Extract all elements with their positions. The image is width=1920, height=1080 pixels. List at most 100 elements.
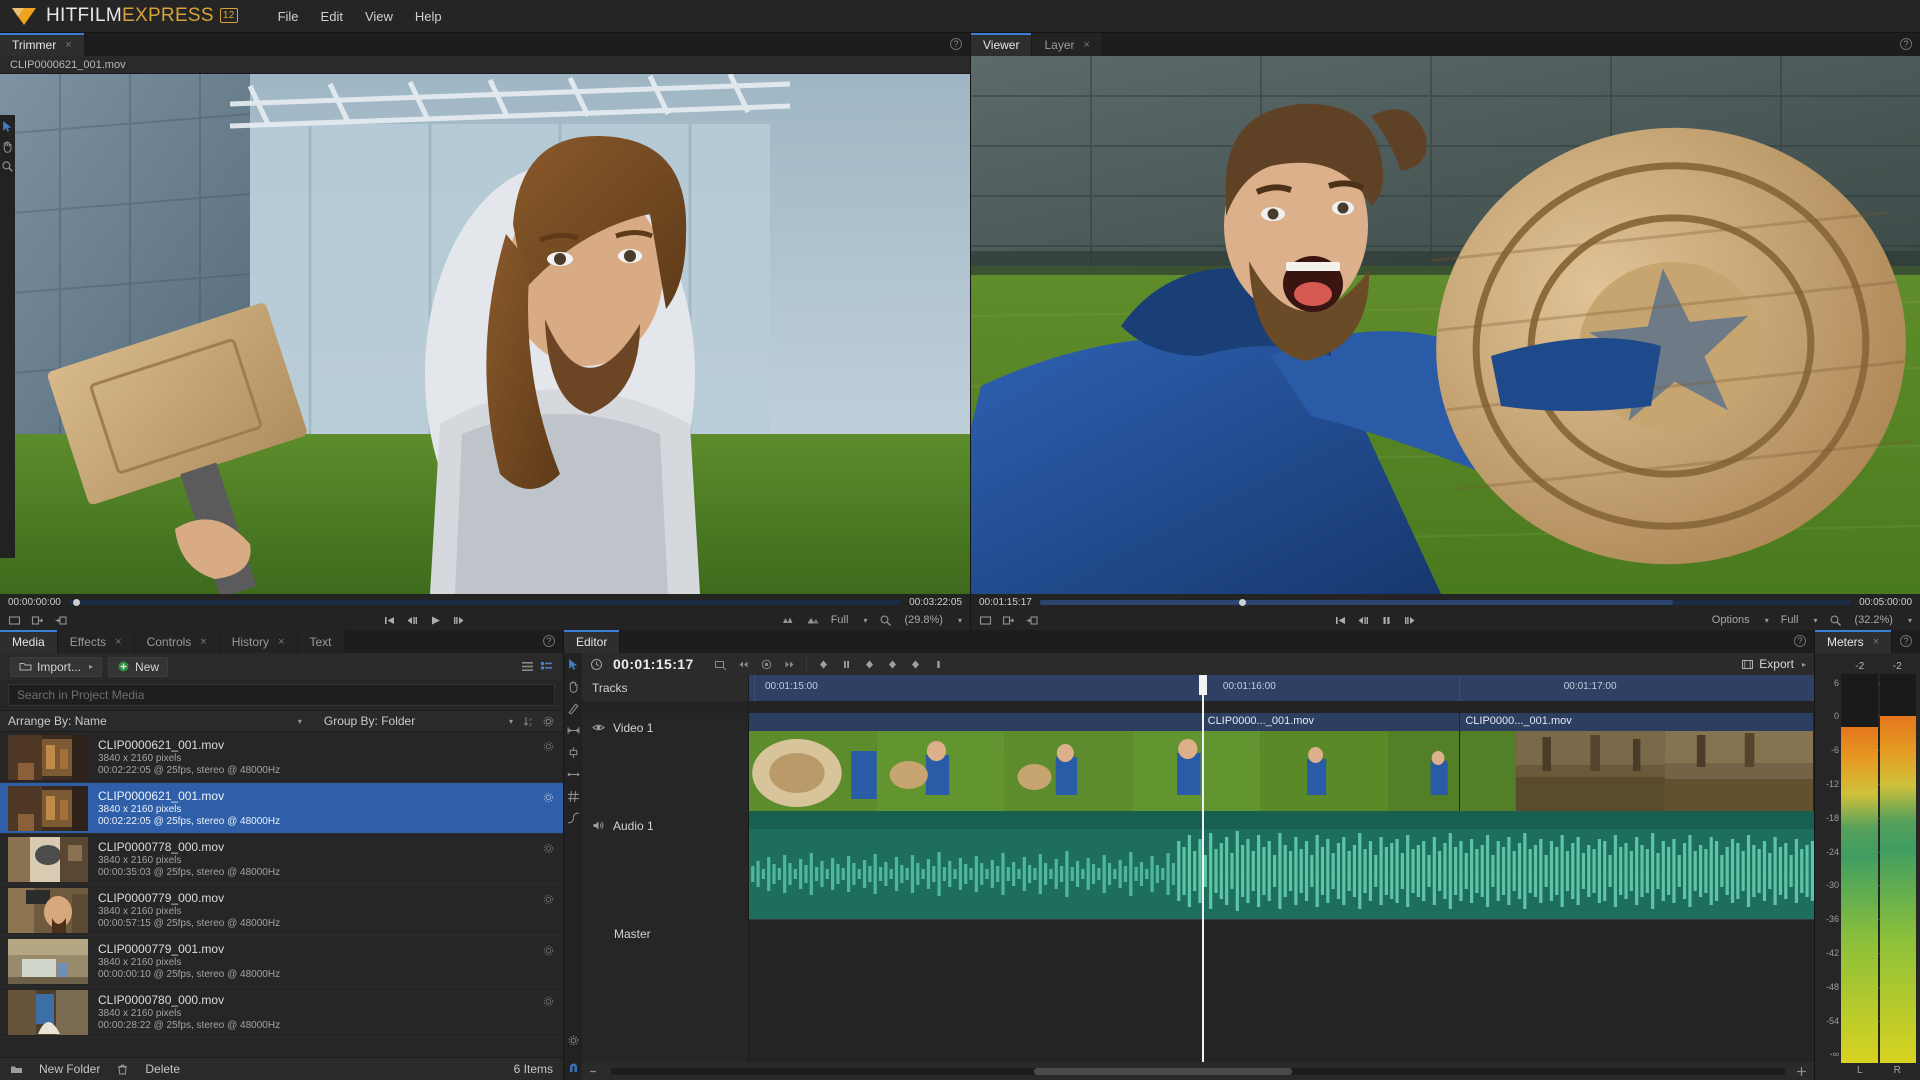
list-item[interactable]: CLIP0000621_001.mov 3840 x 2160 pixels 0… — [0, 732, 563, 783]
tab-meters[interactable]: Meters × — [1815, 630, 1893, 653]
viewer-mark-in-icon[interactable] — [1002, 614, 1015, 627]
tab-effects-close-icon[interactable]: × — [115, 636, 121, 648]
add-marker-icon[interactable] — [714, 658, 727, 671]
trimmer-quality-label[interactable]: Full — [831, 614, 849, 626]
step-back-icon[interactable] — [406, 614, 419, 627]
viewer-scrub-handle[interactable] — [1238, 598, 1246, 606]
viewer-video-area[interactable] — [971, 56, 1920, 594]
fit-width-icon[interactable] — [781, 614, 794, 627]
prev-keyframe-icon[interactable] — [737, 658, 750, 671]
viewer-set-range-icon[interactable] — [979, 614, 992, 627]
tab-layer[interactable]: Layer × — [1032, 33, 1103, 56]
viewer-go-to-start-icon[interactable] — [1334, 614, 1347, 627]
menu-item-edit[interactable]: Edit — [321, 9, 343, 24]
trimmer-video-area[interactable] — [0, 74, 970, 594]
keyframe-diamond-4-icon[interactable] — [909, 658, 922, 671]
media-item-gear-icon[interactable] — [542, 740, 555, 753]
list-view-icon[interactable] — [521, 660, 534, 673]
tab-text[interactable]: Text — [297, 630, 345, 653]
pause-keyframe-icon[interactable] — [840, 658, 853, 671]
editor-settings-gear-icon[interactable] — [567, 1034, 580, 1047]
group-by-label[interactable]: Group By: Folder — [324, 714, 500, 728]
select-arrow-icon[interactable] — [1, 120, 14, 133]
list-item[interactable]: CLIP0000778_000.mov 3840 x 2160 pixels 0… — [0, 834, 563, 885]
master-track[interactable] — [749, 919, 1814, 959]
tab-meters-close-icon[interactable]: × — [1873, 636, 1879, 648]
tab-controls-close-icon[interactable]: × — [200, 636, 206, 648]
sort-az-icon[interactable]: AZ — [523, 715, 536, 728]
media-help-icon[interactable]: ? — [543, 635, 555, 647]
go-to-start-icon[interactable] — [383, 614, 396, 627]
meters-help-icon[interactable]: ? — [1900, 635, 1912, 647]
select-arrow-icon[interactable] — [567, 658, 580, 671]
list-item[interactable]: CLIP0000779_001.mov 3840 x 2160 pixels 0… — [0, 936, 563, 987]
keyframe-diamond-icon[interactable] — [817, 658, 830, 671]
trimmer-zoom-caret-icon[interactable]: ▾ — [958, 616, 962, 625]
hand-pan-icon[interactable] — [567, 680, 580, 693]
delete-label[interactable]: Delete — [145, 1062, 180, 1076]
track-header-master[interactable]: Master — [582, 919, 748, 959]
trimmer-scrub-handle[interactable] — [72, 598, 80, 606]
arrange-caret-icon[interactable]: ▾ — [298, 717, 302, 726]
trimmer-tool-strip[interactable] — [0, 115, 15, 558]
list-item[interactable]: CLIP0000780_000.mov 3840 x 2160 pixels 0… — [0, 987, 563, 1038]
tab-history[interactable]: History × — [219, 630, 298, 653]
tab-trimmer[interactable]: Trimmer × — [0, 33, 85, 56]
tab-media[interactable]: Media — [0, 630, 58, 653]
list-item[interactable]: CLIP0000621_001.mov 3840 x 2160 pixels 0… — [0, 783, 563, 834]
viewer-pause-icon[interactable] — [1380, 614, 1393, 627]
viewer-quality-caret-icon[interactable]: ▾ — [1813, 616, 1817, 625]
arrange-by-label[interactable]: Arrange By: Name — [8, 714, 107, 728]
mark-out-icon[interactable] — [54, 614, 67, 627]
media-item-gear-icon[interactable] — [542, 944, 555, 957]
play-icon[interactable] — [429, 614, 442, 627]
keyframe-diamond-3-icon[interactable] — [886, 658, 899, 671]
viewer-options-caret-icon[interactable]: ▾ — [1765, 616, 1769, 625]
viewer-help-icon[interactable]: ? — [1900, 38, 1912, 50]
export-button[interactable]: Export ▸ — [1741, 657, 1806, 671]
group-caret-icon[interactable]: ▾ — [509, 717, 513, 726]
tab-history-close-icon[interactable]: × — [278, 636, 284, 648]
slice-razor-icon[interactable] — [567, 702, 580, 715]
viewer-scrubber-row[interactable]: 00:01:15:17 00:05:00:00 — [971, 594, 1920, 610]
media-item-gear-icon[interactable] — [542, 995, 555, 1008]
hand-pan-icon[interactable] — [1, 140, 14, 153]
editor-tool-strip[interactable] — [564, 653, 582, 1080]
timeline-horizontal-scrollbar[interactable] — [611, 1067, 1785, 1075]
curve-tool-icon[interactable] — [567, 812, 580, 825]
tab-layer-close-icon[interactable]: × — [1084, 39, 1090, 51]
viewer-quality-label[interactable]: Full — [1781, 614, 1799, 626]
trim-tool-icon[interactable] — [566, 768, 580, 781]
trimmer-zoom-label[interactable]: (29.8%) — [904, 614, 943, 626]
trash-icon[interactable] — [116, 1063, 129, 1076]
slide-tool-icon[interactable] — [567, 746, 580, 759]
list-item[interactable]: CLIP0000779_000.mov 3840 x 2160 pixels 0… — [0, 885, 563, 936]
tab-effects[interactable]: Effects × — [57, 630, 135, 653]
tab-trimmer-close-icon[interactable]: × — [65, 39, 71, 51]
timeline-clip-label[interactable]: CLIP0000..._001.mov — [1459, 715, 1571, 727]
new-folder-icon[interactable] — [10, 1063, 23, 1076]
zoom-in-icon[interactable] — [1795, 1065, 1808, 1078]
audio-track-1[interactable] — [749, 811, 1814, 919]
tab-viewer[interactable]: Viewer — [971, 33, 1033, 56]
media-settings-gear-icon[interactable] — [542, 715, 555, 728]
viewer-mark-out-icon[interactable] — [1025, 614, 1038, 627]
editor-playhead-timecode[interactable]: 00:01:15:17 — [613, 656, 694, 672]
trimmer-help-icon[interactable]: ? — [950, 38, 962, 50]
trimmer-scrub-track[interactable] — [68, 598, 902, 606]
next-keyframe-icon[interactable] — [783, 658, 796, 671]
export-caret-icon[interactable]: ▸ — [1802, 660, 1806, 669]
track-header-audio-1[interactable]: Audio 1 — [582, 811, 748, 919]
editor-help-icon[interactable]: ? — [1794, 635, 1806, 647]
record-keyframe-icon[interactable] — [760, 658, 773, 671]
video-track-1[interactable]: CLIP0000..._001.mov CLIP0000..._001.mov — [749, 713, 1814, 811]
media-item-gear-icon[interactable] — [542, 791, 555, 804]
detail-view-icon[interactable] — [540, 660, 553, 673]
menu-item-help[interactable]: Help — [415, 9, 442, 24]
viewer-step-back-icon[interactable] — [1357, 614, 1370, 627]
mark-in-icon[interactable] — [31, 614, 44, 627]
tab-controls[interactable]: Controls × — [134, 630, 220, 653]
trimmer-quality-caret-icon[interactable]: ▾ — [863, 616, 867, 625]
media-list[interactable]: CLIP0000621_001.mov 3840 x 2160 pixels 0… — [0, 732, 563, 1057]
viewer-step-forward-icon[interactable] — [1403, 614, 1416, 627]
